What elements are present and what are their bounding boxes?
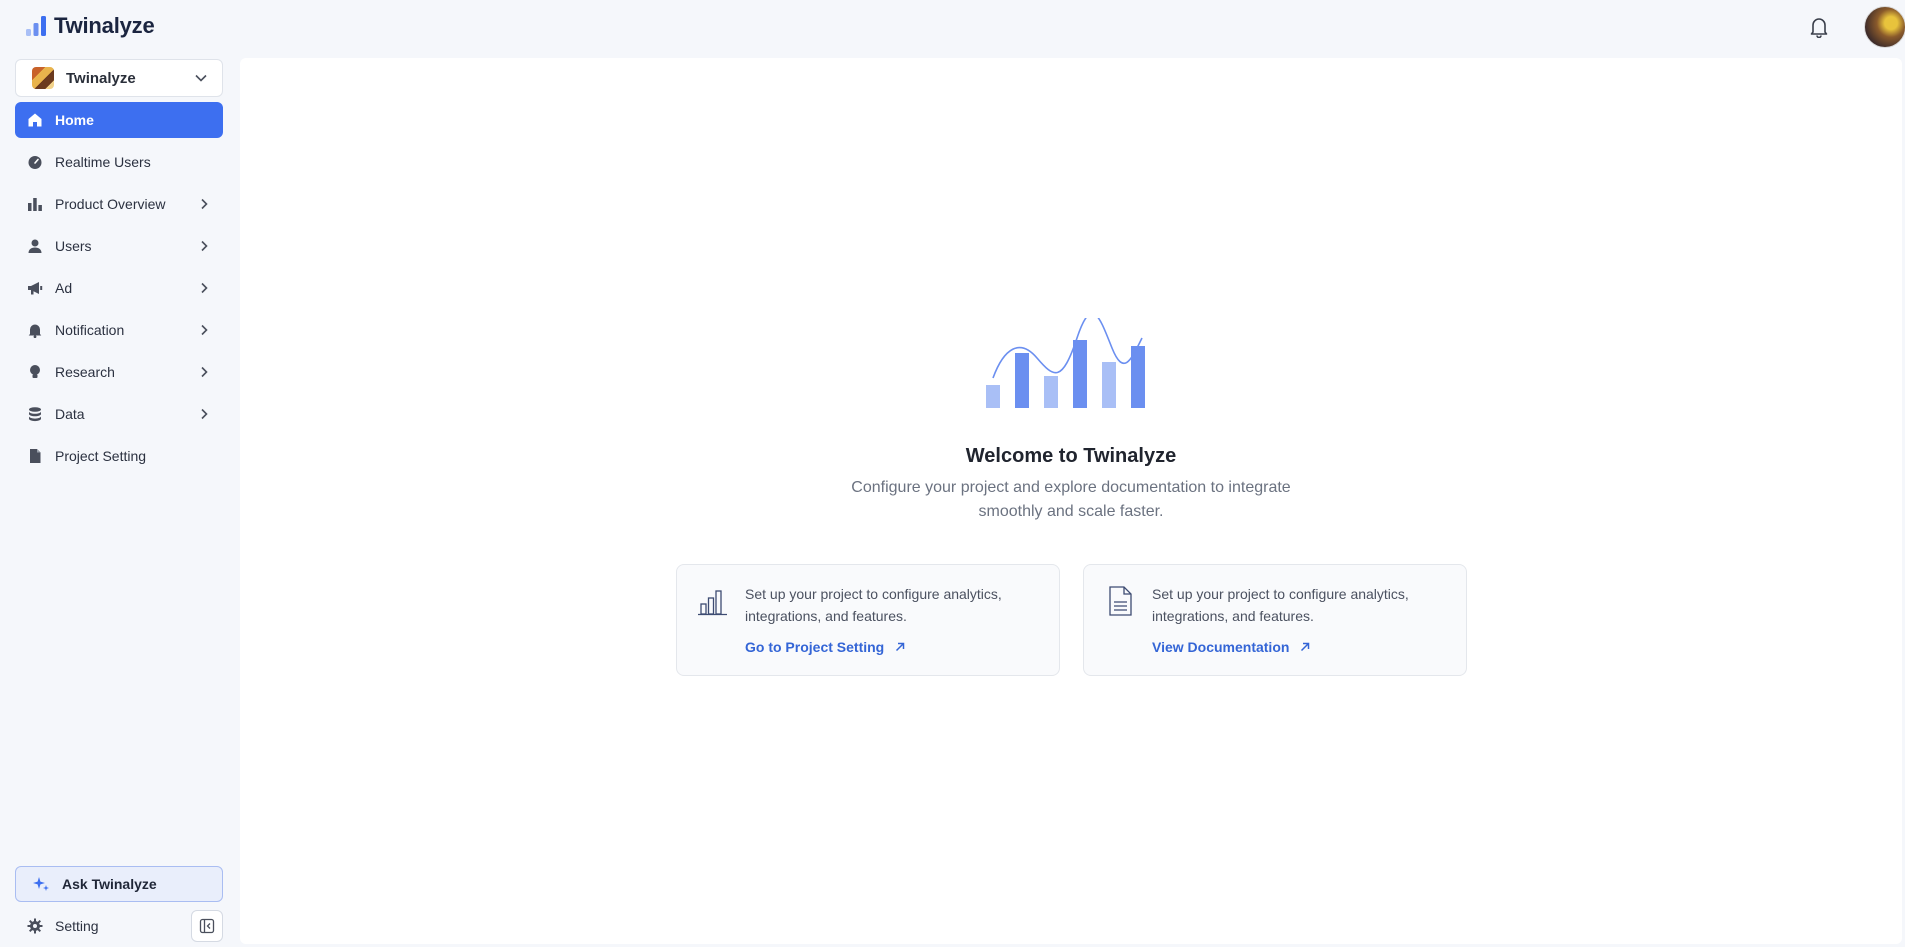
illustration-bar: [1015, 353, 1029, 408]
sidebar-item-label: Home: [55, 112, 94, 128]
project-setting-card: Set up your project to configure analyti…: [676, 564, 1060, 676]
sidebar-footer: Setting: [15, 908, 223, 944]
welcome-title: Welcome to Twinalyze: [965, 445, 1177, 467]
sidebar-item-label: Project Setting: [55, 448, 147, 464]
brand[interactable]: Twinalyze: [24, 13, 155, 39]
chevron-right-icon: [197, 407, 211, 421]
view-documentation-link[interactable]: View Documentation: [1152, 639, 1311, 655]
home-icon: [27, 112, 43, 128]
project-name: Twinalyze: [66, 69, 136, 87]
sidebar-collapse-icon: [199, 918, 215, 934]
collapse-sidebar-button[interactable]: [191, 910, 223, 942]
brand-name: Twinalyze: [54, 13, 155, 38]
illustration-bar: [986, 385, 1000, 408]
megaphone-icon: [27, 280, 43, 296]
notification-bell-button[interactable]: [1806, 14, 1832, 40]
illustration-bar: [1102, 362, 1116, 408]
chevron-down-icon: [195, 74, 207, 82]
sidebar-item-data[interactable]: Data: [15, 396, 223, 432]
user-icon: [27, 238, 43, 254]
lightbulb-icon: [27, 364, 43, 380]
chevron-right-icon: [197, 365, 211, 379]
gear-icon: [27, 918, 43, 934]
sidebar-item-label: Users: [55, 238, 92, 254]
main-panel: Welcome to Twinalyze Configure your proj…: [240, 58, 1902, 944]
bar-chart-outline-icon: [698, 590, 727, 616]
setting-label: Setting: [55, 918, 99, 934]
sidebar-item-label: Product Overview: [55, 196, 166, 212]
sidebar-item-ad[interactable]: Ad: [15, 270, 223, 306]
database-icon: [27, 406, 43, 422]
document-icon: [1109, 586, 1132, 616]
project-selector[interactable]: Twinalyze: [15, 59, 223, 97]
analytics-illustration: [986, 318, 1145, 408]
sidebar-item-label: Research: [55, 364, 115, 380]
ask-twinalyze-label: Ask Twinalyze: [62, 876, 157, 892]
bar-chart-icon: [27, 196, 43, 212]
sidebar-item-product-overview[interactable]: Product Overview: [15, 186, 223, 222]
chevron-right-icon: [197, 323, 211, 337]
arrow-up-right-icon: [1301, 642, 1310, 652]
top-bar: Twinalyze: [0, 0, 1905, 56]
card-link-label: Go to Project Setting: [745, 639, 885, 655]
user-avatar[interactable]: [1864, 6, 1905, 48]
sidebar-item-label: Ad: [55, 280, 73, 296]
sidebar-item-home[interactable]: Home: [15, 102, 223, 138]
welcome-subtitle: Configure your project and explore docum…: [851, 479, 1291, 520]
sparkle-icon: [32, 875, 50, 893]
sidebar-item-project-setting[interactable]: Project Setting: [15, 438, 223, 474]
project-thumbnail: [32, 67, 54, 89]
bell-icon: [1810, 18, 1828, 38]
sidebar-item-label: Realtime Users: [55, 154, 151, 170]
card-description: Set up your project to configure analyti…: [745, 586, 1002, 624]
chevron-right-icon: [197, 197, 211, 211]
gauge-icon: [27, 154, 43, 170]
ask-twinalyze-button[interactable]: Ask Twinalyze: [15, 866, 223, 902]
sidebar-item-label: Notification: [55, 322, 125, 338]
sidebar-item-notification[interactable]: Notification: [15, 312, 223, 348]
bell-icon: [27, 322, 43, 338]
sidebar: Twinalyze Home Realtime Users Product Ov…: [0, 56, 238, 947]
sidebar-item-realtime-users[interactable]: Realtime Users: [15, 144, 223, 180]
sidebar-nav: Home Realtime Users Product Overview Use…: [15, 102, 223, 480]
arrow-up-right-icon: [896, 642, 905, 652]
illustration-bar: [1073, 340, 1087, 408]
card-link-label: View Documentation: [1152, 639, 1290, 655]
illustration-bar: [1044, 376, 1058, 408]
chevron-right-icon: [197, 239, 211, 253]
go-to-project-setting-link[interactable]: Go to Project Setting: [745, 639, 906, 655]
card-description: Set up your project to configure analyti…: [1152, 586, 1409, 624]
documentation-card: Set up your project to configure analyti…: [1083, 564, 1467, 676]
chevron-right-icon: [197, 281, 211, 295]
sidebar-item-setting[interactable]: Setting: [15, 908, 191, 944]
brand-logo-icon: [26, 16, 46, 36]
file-icon: [27, 448, 43, 464]
sidebar-item-label: Data: [55, 406, 85, 422]
sidebar-item-research[interactable]: Research: [15, 354, 223, 390]
sidebar-item-users[interactable]: Users: [15, 228, 223, 264]
